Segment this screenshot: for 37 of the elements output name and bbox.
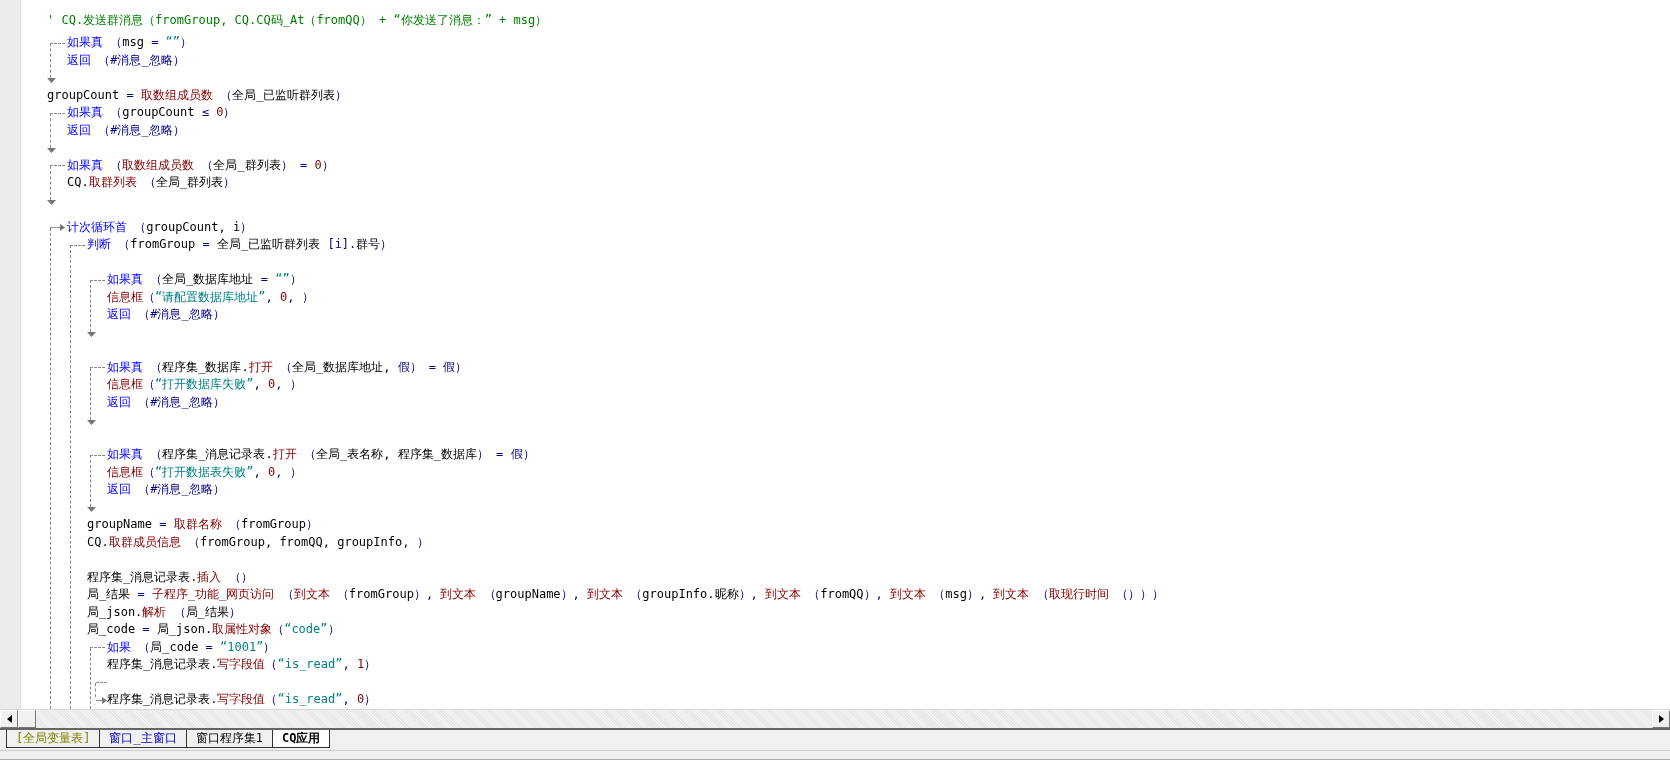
code-line: 信息框（“打开数据表失败”, 0, ） <box>107 464 302 481</box>
code-line: 如果真 （程序集_消息记录表.打开 （全局_表名称, 程序集_数据库） = 假） <box>107 446 535 464</box>
tab[interactable]: 窗口_主窗口 <box>100 730 187 748</box>
triangle-left-icon <box>6 715 12 723</box>
code-line: CQ.取群列表 （全局_群列表） <box>67 174 236 192</box>
code-line: 程序集_消息记录表.插入 （） <box>87 569 253 586</box>
scrollbar-thumb[interactable] <box>18 710 36 728</box>
code-line: 返回 （#消息_忽略） <box>107 306 225 324</box>
code-line: 判断 （fromGroup = 全局_已监听群列表 [i].群号） <box>87 236 393 254</box>
code-line: 计次循环首 （groupCount, i） <box>67 219 253 236</box>
code-line: 局_结果 = 子程序_功能_网页访问 （到文本 （fromGroup）, 到文本 （groupName）, 到文本 （groupInfo.昵称）, 到文本 （fromQQ）, 到文本 （msg）, 到文本 （取现行时间 （））） <box>87 586 1164 604</box>
code-line: 局_code = 局_json.取属性对象（“code”） <box>87 621 340 639</box>
code-line: 信息框（“请配置数据库地址”, 0, ） <box>107 289 314 306</box>
code-line: CQ.取群成员信息 （fromGroup, fromQQ, groupInfo, ） <box>87 534 429 551</box>
code-line: 返回 （#消息_忽略） <box>67 121 185 139</box>
code-line: ' CQ.发送群消息（fromGroup, CQ.CQ码_At（fromQQ） + “你发送了消息：” + msg） <box>47 12 548 29</box>
code-line: 返回 （#消息_忽略） <box>107 394 225 411</box>
scroll-right-button[interactable] <box>1652 710 1670 728</box>
code-line: 如果真 （取数组成员数 （全局_群列表） = 0） <box>67 156 334 174</box>
tab[interactable]: 窗口程序集1 <box>186 730 273 748</box>
scroll-left-button[interactable] <box>0 710 18 728</box>
code-line: groupCount = 取数组成员数 （全局_已监听群列表） <box>47 86 348 104</box>
tab[interactable]: [全局变量表] <box>6 730 101 748</box>
code-line: 返回 （#消息_忽略） <box>67 51 185 69</box>
code-line: 如果真 （groupCount ≤ 0） <box>67 104 236 122</box>
code-line: 返回 （#消息_忽略） <box>107 481 225 499</box>
code-line: groupName = 取群名称 （fromGroup） <box>87 516 318 534</box>
tab[interactable]: CQ应用 <box>272 730 331 748</box>
code-line: 如果真 （全局_数据库地址 = “”） <box>107 271 302 289</box>
code-line: 程序集_消息记录表.写字段值（“is_read”, 1） <box>107 656 377 674</box>
code-line: 局_json.解析 （局_结果） <box>87 604 241 621</box>
code-line: 如果 （局_code = “1001”） <box>107 639 276 656</box>
triangle-right-icon <box>1658 715 1664 723</box>
code-line: 程序集_消息记录表.写字段值（“is_read”, 0） <box>107 691 377 709</box>
code-line: 信息框（“打开数据库失败”, 0, ） <box>107 376 302 394</box>
code-line: 如果真 （程序集_数据库.打开 （全局_数据库地址, 假） = 假） <box>107 359 468 376</box>
code-line: 如果真 （msg = “”） <box>67 34 193 52</box>
